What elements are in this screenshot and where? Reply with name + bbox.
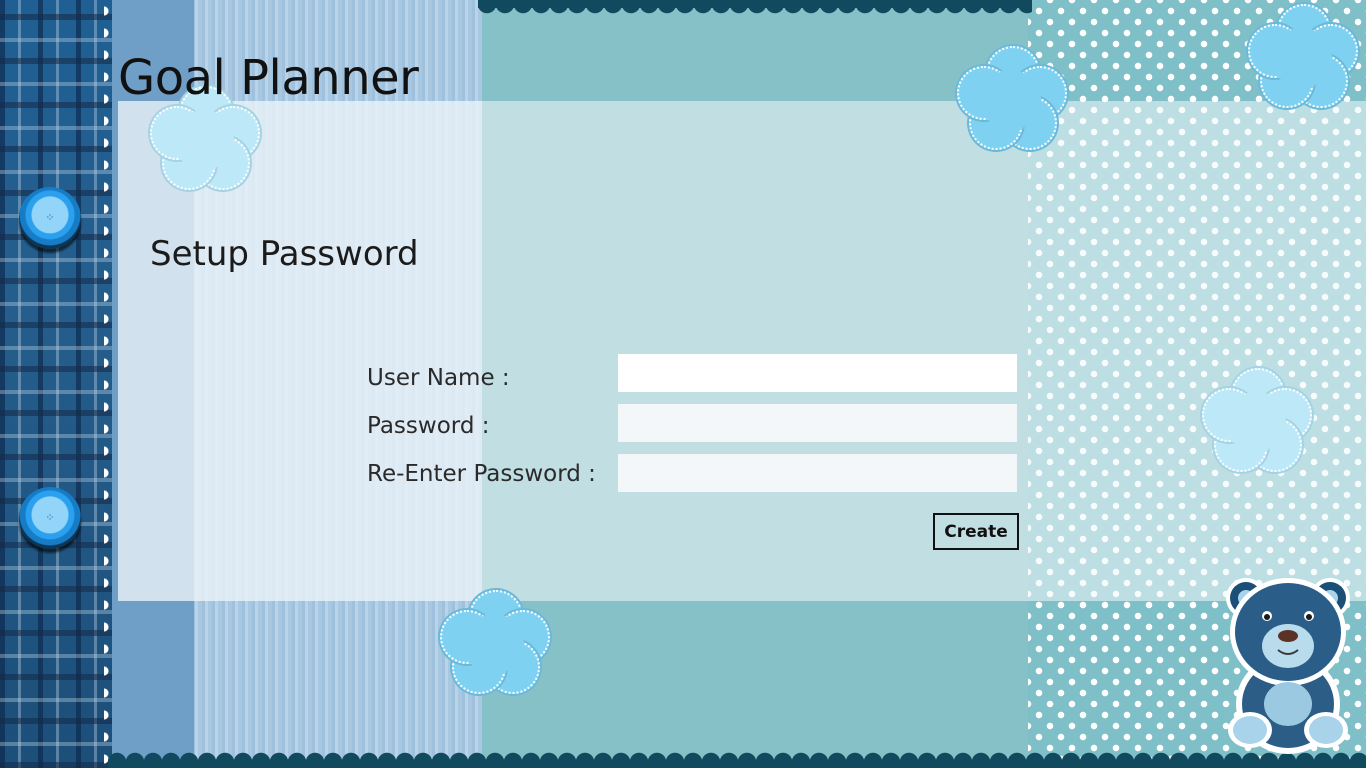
password-label: Password : xyxy=(367,413,490,439)
flower-icon xyxy=(957,46,1067,154)
flower-icon xyxy=(1202,368,1312,476)
scallop-border-bottom xyxy=(108,746,1366,768)
create-button[interactable]: Create xyxy=(933,513,1019,550)
page-title: Setup Password xyxy=(150,234,419,274)
flower-icon xyxy=(440,590,550,698)
sewing-button-icon: ⁘ xyxy=(19,487,81,549)
reenter-password-label: Re-Enter Password : xyxy=(367,461,596,487)
password-input[interactable] xyxy=(618,404,1017,442)
teddy-bear-icon xyxy=(1226,578,1350,754)
sewing-button-icon: ⁘ xyxy=(19,187,81,249)
reenter-password-input[interactable] xyxy=(618,454,1017,492)
plaid-background xyxy=(0,0,112,768)
username-label: User Name : xyxy=(367,365,510,391)
username-input[interactable] xyxy=(618,354,1017,392)
flower-icon xyxy=(1248,4,1358,112)
scallop-border-top xyxy=(478,0,1032,18)
app-title: Goal Planner xyxy=(118,50,419,106)
